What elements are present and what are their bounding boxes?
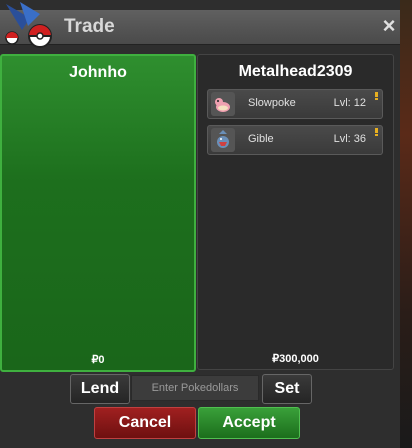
- pokedollars-input[interactable]: [131, 375, 259, 401]
- background-strip: [400, 0, 412, 448]
- title-bar[interactable]: Trade ×: [0, 10, 400, 45]
- partner-pokemon-slot[interactable]: Gible Lvl: 36: [207, 125, 383, 155]
- lend-button[interactable]: Lend: [70, 374, 130, 404]
- partner-offer-panel: Metalhead2309 Slowpoke Lvl: 12 Gible Lvl…: [197, 54, 394, 370]
- my-money-offer: ₽0: [91, 354, 105, 366]
- pokeball-logo-icon: [5, 2, 52, 48]
- set-button[interactable]: Set: [262, 374, 312, 404]
- pokemon-name: Slowpoke: [248, 97, 296, 109]
- slowpoke-sprite-icon: [211, 92, 235, 116]
- trade-window: Trade × Johnho ₽0 Metalhead2309 Slowpoke…: [0, 0, 400, 448]
- partner-pokemon-slot[interactable]: Slowpoke Lvl: 12: [207, 89, 383, 119]
- my-trainer-name: Johnho: [69, 64, 127, 81]
- gible-sprite-icon: [211, 128, 235, 152]
- item-marker-dot-icon: [375, 134, 378, 136]
- accept-button[interactable]: Accept: [198, 407, 300, 439]
- partner-money-offer: ₽300,000: [272, 353, 319, 365]
- item-marker-dot-icon: [375, 98, 378, 100]
- window-title: Trade: [64, 16, 115, 37]
- my-offer-panel: Johnho ₽0: [0, 54, 196, 372]
- pokemon-level: Lvl: 36: [333, 133, 366, 145]
- item-marker-icon: [375, 92, 378, 97]
- cancel-button[interactable]: Cancel: [94, 407, 196, 439]
- partner-trainer-name: Metalhead2309: [238, 63, 353, 80]
- close-button[interactable]: ×: [378, 14, 400, 38]
- pokemon-level: Lvl: 12: [333, 97, 366, 109]
- pokemon-name: Gible: [248, 133, 274, 145]
- item-marker-icon: [375, 128, 378, 133]
